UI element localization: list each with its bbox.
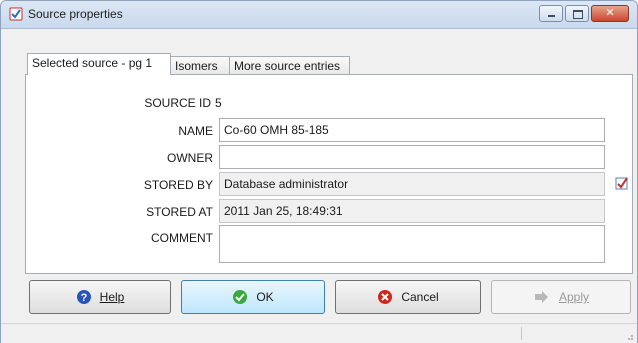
stored-at-label: STORED AT: [146, 205, 213, 219]
apply-button-label: Apply: [558, 290, 590, 304]
checklist-icon: [9, 7, 23, 21]
close-button[interactable]: ✕: [591, 5, 629, 22]
minimize-icon: [548, 15, 555, 17]
title-bar[interactable]: Source properties ✕: [1, 1, 637, 29]
dialog-window: Source properties ✕ Selected source - pg…: [0, 0, 638, 343]
arrow-apply-icon: [534, 291, 548, 303]
source-id-value: 5: [215, 96, 222, 110]
cancel-button[interactable]: Cancel: [335, 280, 481, 314]
x-circle-icon: [378, 290, 393, 304]
maximize-icon: [573, 10, 583, 19]
edit-note-icon[interactable]: [615, 176, 629, 190]
ok-button-label: OK: [256, 290, 274, 304]
name-label: NAME: [178, 124, 213, 138]
tab-isomers[interactable]: Isomers: [170, 56, 230, 74]
question-icon: ?: [76, 290, 91, 304]
svg-text:?: ?: [80, 292, 87, 304]
status-separator: [521, 327, 522, 340]
comment-label: COMMENT: [151, 231, 213, 245]
source-id-label: SOURCE ID: [144, 96, 211, 110]
resize-grip-icon[interactable]: [624, 331, 634, 341]
tab-selected-source[interactable]: Selected source - pg 1: [27, 53, 171, 75]
help-button-label: Help: [99, 290, 125, 304]
comment-field[interactable]: [219, 225, 605, 263]
window-controls: ✕: [537, 5, 629, 22]
close-icon: ✕: [605, 7, 615, 19]
ok-button[interactable]: OK: [181, 280, 325, 314]
window-title: Source properties: [28, 7, 123, 21]
owner-field[interactable]: [219, 145, 605, 169]
stored-at-field: 2011 Jan 25, 18:49:31: [219, 199, 605, 223]
help-button[interactable]: ? Help: [29, 280, 171, 314]
owner-label: OWNER: [167, 151, 213, 165]
checkmark-icon: [233, 290, 248, 304]
apply-button[interactable]: Apply: [491, 280, 631, 314]
status-bar: [1, 323, 637, 343]
cancel-button-label: Cancel: [401, 290, 439, 304]
stored-by-label: STORED BY: [143, 178, 213, 192]
name-field[interactable]: Co-60 OMH 85-185: [219, 118, 605, 142]
minimize-button[interactable]: [539, 5, 563, 22]
stored-by-field: Database administrator: [219, 172, 605, 196]
tab-more-source-entries[interactable]: More source entries: [229, 56, 350, 74]
maximize-button[interactable]: [565, 5, 589, 22]
